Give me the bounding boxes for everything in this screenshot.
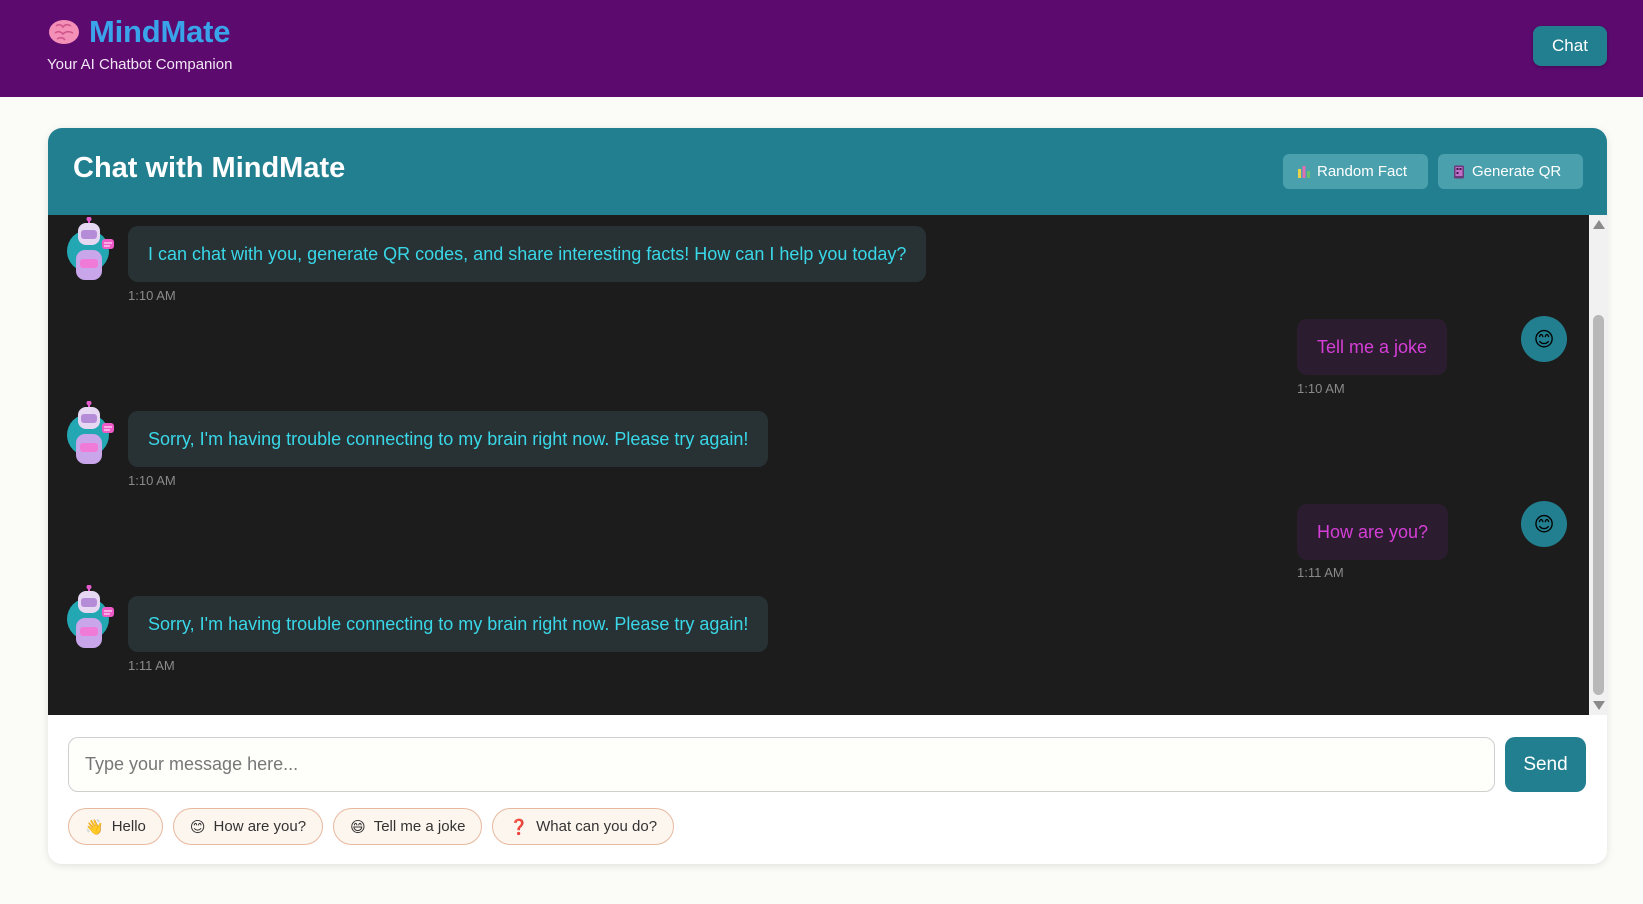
bot-message-bubble: Sorry, I'm having trouble connecting to … — [128, 411, 769, 467]
quick-reply-tell-joke[interactable]: 😄 Tell me a joke — [333, 808, 483, 845]
message-composer: Send 👋 Hello 😊 How are you? 😄 Tell me a … — [48, 715, 1607, 864]
quick-reply-label: What can you do? — [536, 818, 658, 835]
scrollbar-thumb[interactable] — [1593, 315, 1604, 695]
message-timestamp: 1:10 AM — [128, 473, 176, 488]
scroll-down-arrow-icon[interactable] — [1593, 701, 1605, 710]
smiley-icon: 😊 — [189, 818, 206, 836]
robot-avatar-icon — [66, 584, 116, 655]
robot-avatar-icon — [66, 400, 116, 471]
question-mark-icon: ❓ — [509, 818, 529, 836]
bar-chart-icon — [1297, 165, 1311, 179]
generate-qr-label: Generate QR — [1472, 163, 1562, 180]
message-timestamp: 1:10 AM — [1297, 381, 1345, 396]
bot-message-bubble: Sorry, I'm having trouble connecting to … — [128, 596, 769, 652]
message-timestamp: 1:11 AM — [128, 658, 175, 673]
waving-hand-icon: 👋 — [85, 818, 104, 836]
message-scrollbar[interactable] — [1589, 215, 1607, 715]
random-fact-label: Random Fact — [1317, 163, 1408, 180]
quick-replies: 👋 Hello 😊 How are you? 😄 Tell me a joke … — [68, 808, 675, 845]
random-fact-button[interactable]: Random Fact — [1283, 154, 1428, 189]
nav-chat-button[interactable]: Chat — [1533, 26, 1607, 66]
chat-card: Chat with MindMate Random Fact Generate … — [48, 128, 1607, 864]
quick-reply-label: Hello — [111, 818, 146, 835]
message-input[interactable] — [68, 737, 1495, 792]
laughing-face-icon: 😄 — [350, 818, 366, 836]
quick-reply-label: Tell me a joke — [373, 818, 466, 835]
robot-avatar-icon — [66, 216, 116, 287]
top-navbar: MindMate Your AI Chatbot Companion Chat — [0, 0, 1643, 97]
qr-phone-icon — [1452, 165, 1466, 179]
quick-reply-label: How are you? — [213, 818, 307, 835]
message-list[interactable]: I can chat with you, generate QR codes, … — [48, 215, 1589, 715]
user-avatar: 😊 — [1521, 501, 1567, 547]
user-avatar: 😊 — [1521, 316, 1567, 362]
quick-reply-what-can-you-do[interactable]: ❓ What can you do? — [492, 808, 675, 845]
message-timestamp: 1:11 AM — [1297, 565, 1344, 580]
chat-header: Chat with MindMate Random Fact Generate … — [48, 128, 1607, 215]
bot-message-bubble: I can chat with you, generate QR codes, … — [128, 226, 927, 282]
brand-title: MindMate — [89, 14, 231, 49]
brain-icon — [47, 17, 81, 47]
smiley-avatar-icon: 😊 — [1533, 328, 1555, 351]
quick-reply-hello[interactable]: 👋 Hello — [68, 808, 163, 845]
brand-subtitle: Your AI Chatbot Companion — [47, 56, 233, 73]
send-button[interactable]: Send — [1505, 737, 1586, 792]
scroll-up-arrow-icon[interactable] — [1593, 220, 1605, 229]
brand: MindMate Your AI Chatbot Companion — [47, 14, 232, 73]
user-message-bubble: How are you? — [1297, 504, 1449, 560]
chat-title: Chat with MindMate — [73, 152, 346, 184]
generate-qr-button[interactable]: Generate QR — [1438, 154, 1583, 189]
quick-reply-how-are-you[interactable]: 😊 How are you? — [172, 808, 324, 845]
user-message-bubble: Tell me a joke — [1297, 319, 1448, 375]
smiley-avatar-icon: 😊 — [1533, 513, 1555, 536]
message-timestamp: 1:10 AM — [128, 288, 176, 303]
